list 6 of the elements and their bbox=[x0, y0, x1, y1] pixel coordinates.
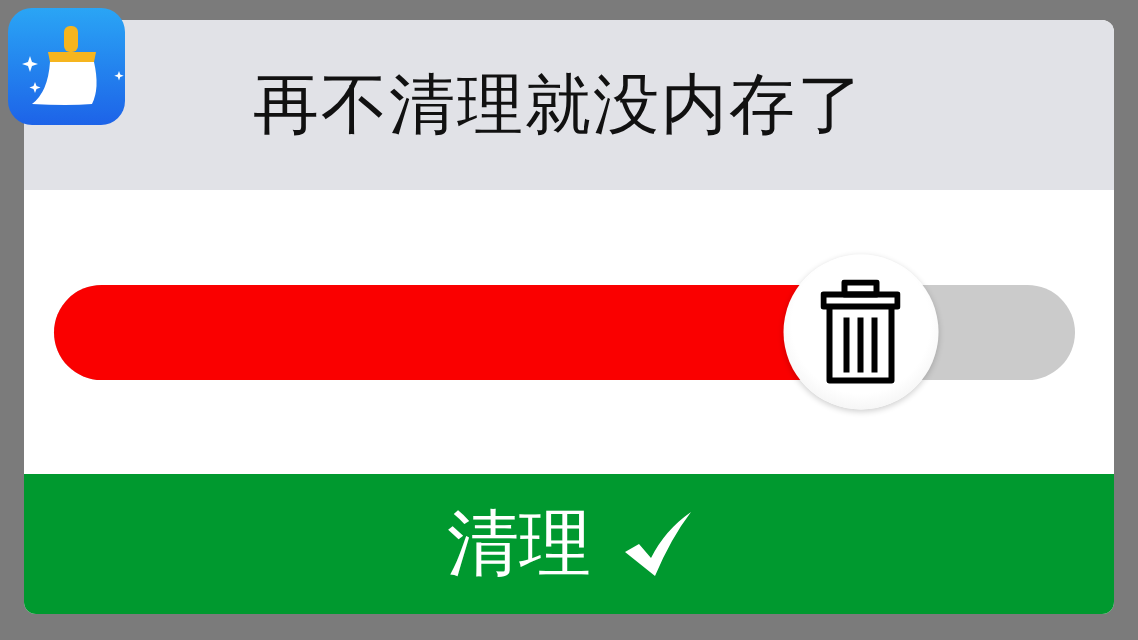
broom-app-icon[interactable] bbox=[8, 8, 125, 125]
check-icon bbox=[625, 512, 691, 576]
trash-icon bbox=[820, 279, 901, 385]
dialog-title: 再不清理就没内存了 bbox=[253, 65, 865, 145]
slider-track[interactable] bbox=[54, 254, 1075, 410]
clean-button[interactable]: 清理 bbox=[24, 474, 1114, 614]
